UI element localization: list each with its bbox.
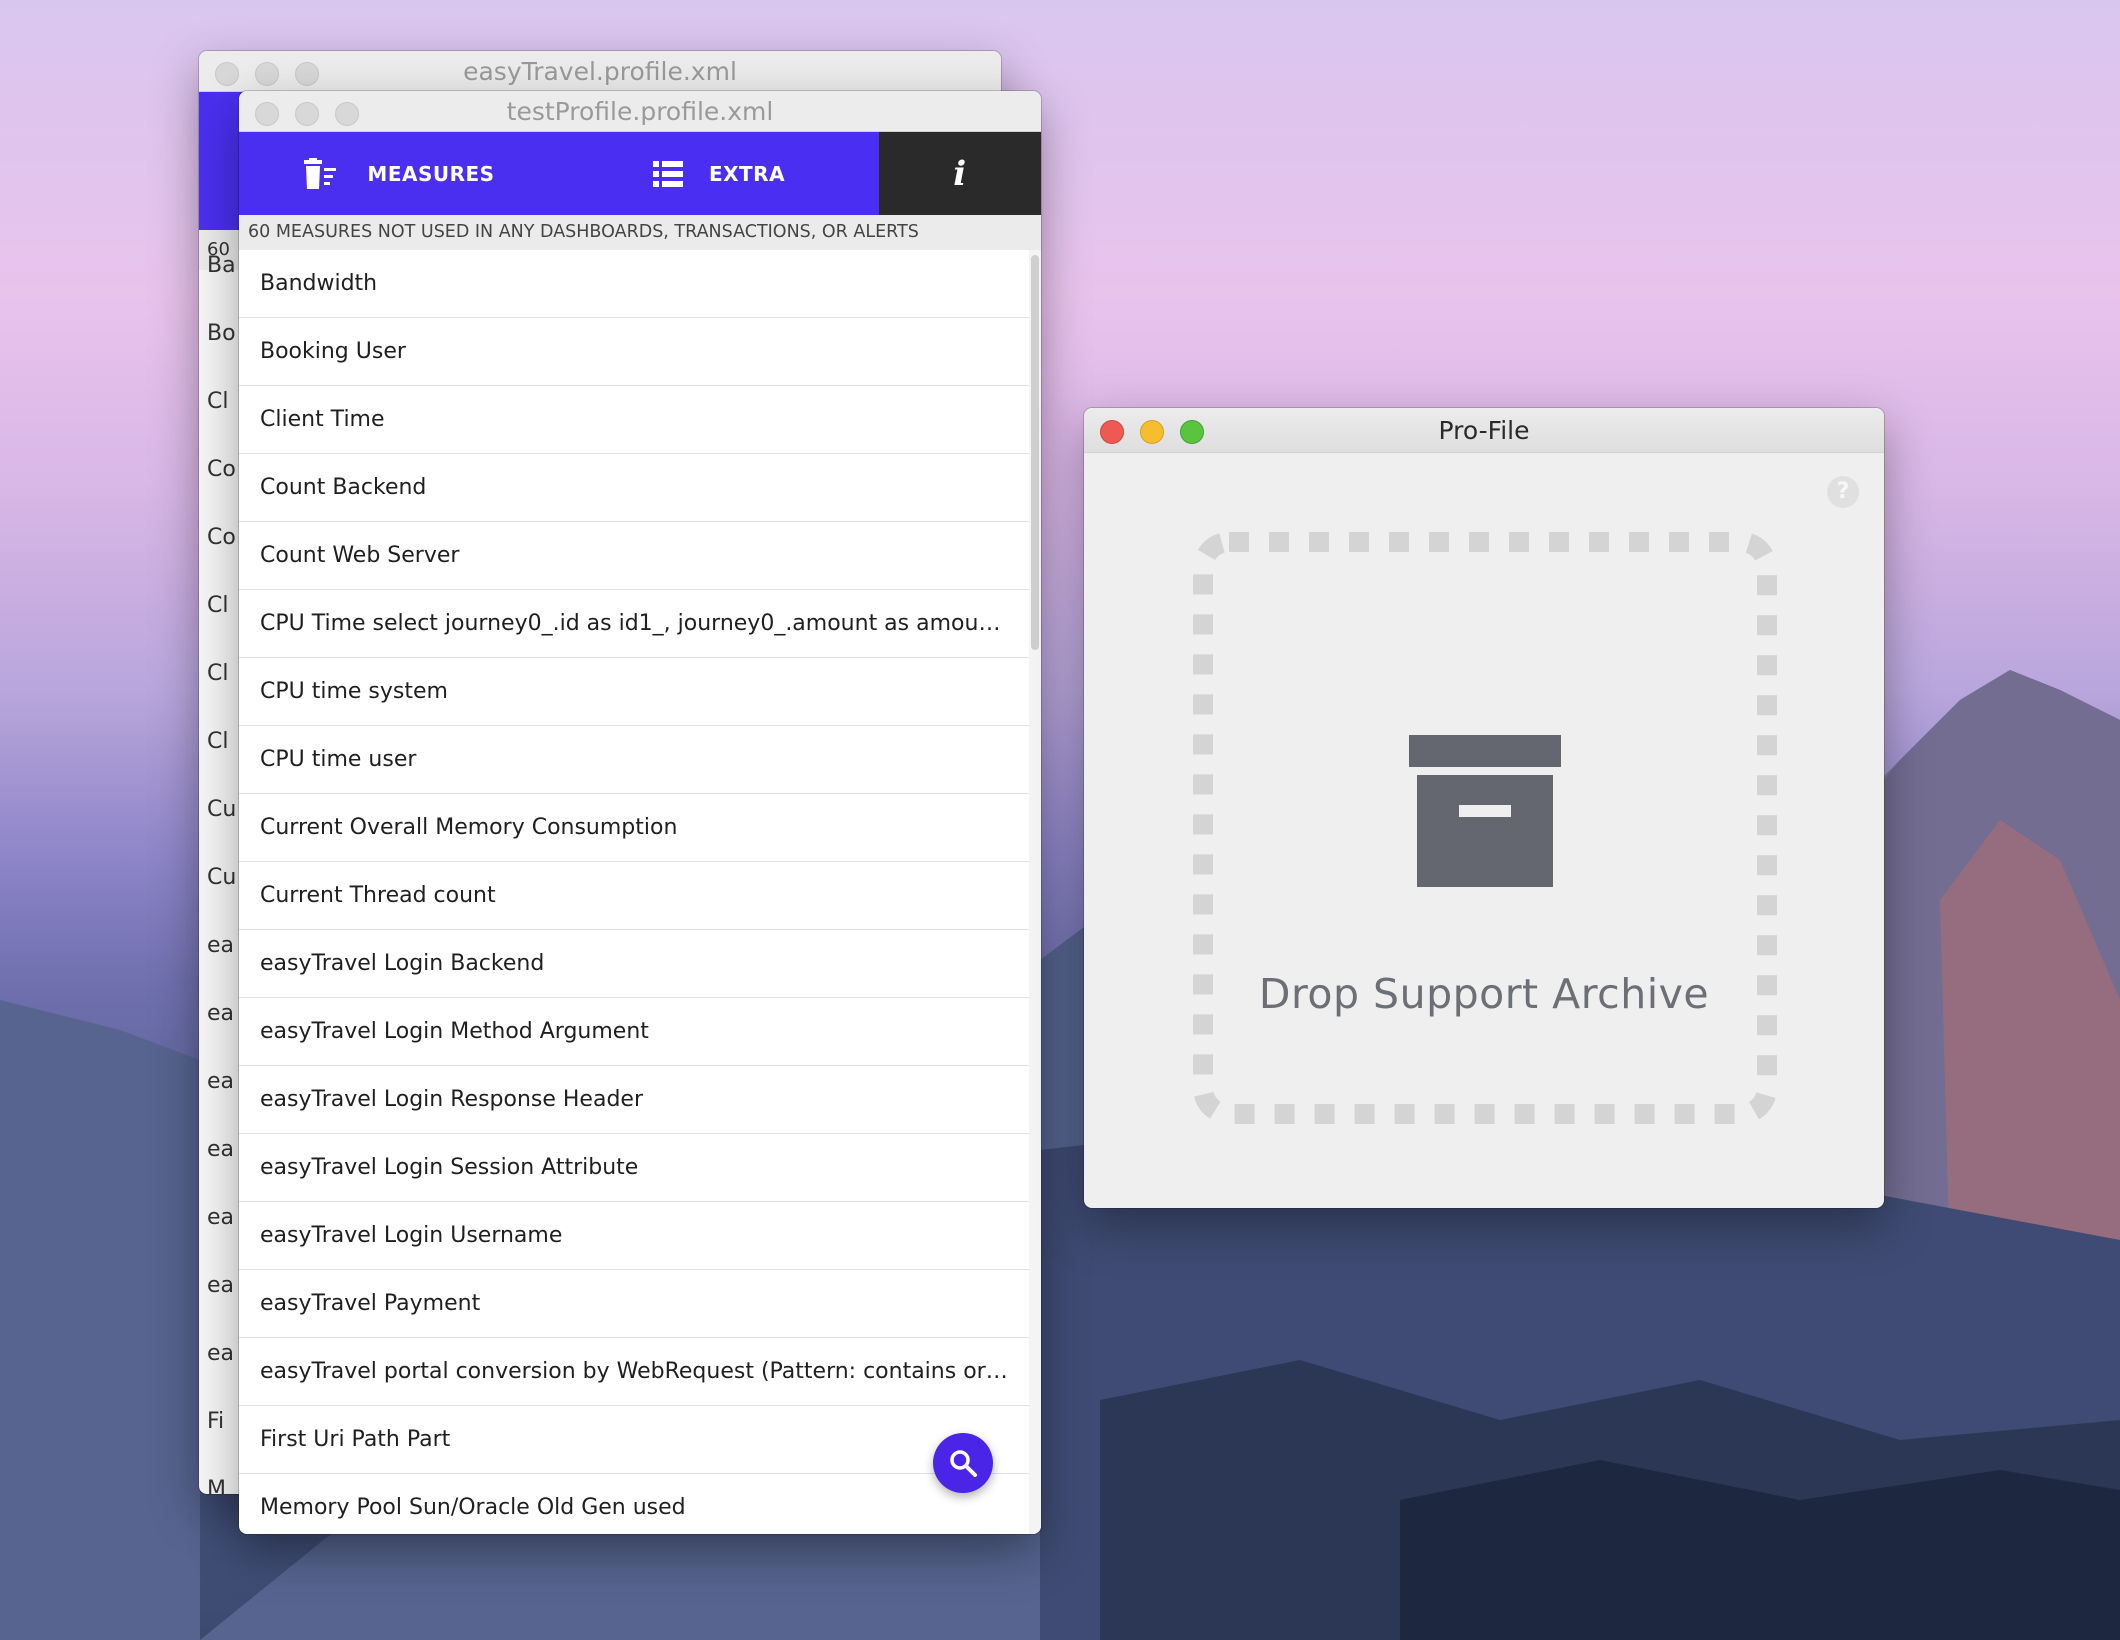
close-button[interactable]: [215, 62, 239, 86]
archive-box-icon: [1409, 735, 1561, 887]
measure-row[interactable]: easyTravel Login Session Attribute: [239, 1134, 1029, 1202]
scrollbar-thumb[interactable]: [1031, 255, 1039, 650]
measure-row[interactable]: First Uri Path Part: [239, 1406, 1029, 1474]
tab-measures-label: MEASURES: [367, 161, 495, 186]
minimize-button[interactable]: [1140, 420, 1164, 444]
measure-row[interactable]: easyTravel Login Username: [239, 1202, 1029, 1270]
scrollbar[interactable]: [1029, 250, 1041, 1534]
back-measure-row: Co: [207, 457, 236, 482]
back-measure-row: Ba: [207, 253, 236, 278]
pro-file-titlebar[interactable]: Pro-File: [1084, 408, 1884, 453]
close-button[interactable]: [255, 102, 279, 126]
back-measure-row: ea: [207, 1137, 235, 1162]
measure-row[interactable]: easyTravel Login Response Header: [239, 1066, 1029, 1134]
back-measure-row: Cu: [207, 797, 237, 822]
tab-info[interactable]: i: [879, 132, 1041, 215]
back-measure-row: M: [207, 1477, 226, 1494]
measure-row[interactable]: easyTravel portal conversion by WebReque…: [239, 1338, 1029, 1406]
test-profile-window: testProfile.profile.xml MEASURES EXTRA i: [239, 91, 1041, 1534]
back-measure-row: Co: [207, 525, 236, 550]
measure-row[interactable]: CPU time user: [239, 726, 1029, 794]
tab-measures[interactable]: MEASURES: [239, 132, 559, 215]
tab-bar: MEASURES EXTRA i: [239, 132, 1041, 215]
measures-icon: [304, 157, 337, 189]
back-measure-row: Cl: [207, 729, 229, 754]
back-measure-row: Cl: [207, 593, 229, 618]
back-measure-row: Fi: [207, 1409, 225, 1434]
measure-row[interactable]: easyTravel Login Backend: [239, 930, 1029, 998]
search-icon: [950, 1450, 977, 1477]
back-measure-row: ea: [207, 933, 235, 958]
drop-support-archive-label: Drop Support Archive: [1258, 970, 1710, 1018]
measure-row[interactable]: easyTravel Login Method Argument: [239, 998, 1029, 1066]
pro-file-window: Pro-File ? Drop Support Archive: [1084, 408, 1884, 1208]
window-title: easyTravel.profile.xml: [463, 56, 737, 86]
back-measure-row: Bo: [207, 321, 236, 346]
back-measure-row: Cl: [207, 661, 229, 686]
minimize-button[interactable]: [255, 62, 279, 86]
zoom-button[interactable]: [335, 102, 359, 126]
measure-row[interactable]: Count Backend: [239, 454, 1029, 522]
measure-row[interactable]: CPU time system: [239, 658, 1029, 726]
tab-extra[interactable]: EXTRA: [559, 132, 879, 215]
back-measure-row: ea: [207, 1273, 235, 1298]
measure-row[interactable]: Current Overall Memory Consumption: [239, 794, 1029, 862]
back-window-titlebar[interactable]: easyTravel.profile.xml: [199, 51, 1001, 92]
measure-row[interactable]: Bandwidth: [239, 250, 1029, 318]
back-measure-row: ea: [207, 1205, 235, 1230]
measure-row[interactable]: Count Web Server: [239, 522, 1029, 590]
close-button[interactable]: [1100, 420, 1124, 444]
measure-row[interactable]: Client Time: [239, 386, 1029, 454]
back-measure-row: Cu: [207, 865, 237, 890]
info-icon: i: [953, 153, 967, 194]
measure-row[interactable]: Memory Pool Sun/Oracle Old Gen used: [239, 1474, 1029, 1534]
measure-row[interactable]: Booking User: [239, 318, 1029, 386]
measure-row[interactable]: easyTravel Payment: [239, 1270, 1029, 1338]
back-measure-row: ea: [207, 1001, 235, 1026]
search-button[interactable]: [933, 1433, 993, 1493]
tab-extra-label: EXTRA: [708, 161, 786, 186]
zoom-button[interactable]: [295, 62, 319, 86]
back-measure-row: ea: [207, 1069, 235, 1094]
measure-list: Bandwidth Booking User Client Time Count Ba…: [239, 250, 1029, 1534]
measure-row[interactable]: CPU Time select journey0_.id as id1_, jo…: [239, 590, 1029, 658]
front-window-titlebar[interactable]: testProfile.profile.xml: [239, 91, 1041, 132]
minimize-button[interactable]: [295, 102, 319, 126]
zoom-button[interactable]: [1180, 420, 1204, 444]
back-measure-row: ea: [207, 1341, 235, 1366]
list-icon: [652, 160, 683, 187]
help-button[interactable]: ?: [1827, 476, 1859, 508]
window-title: Pro-File: [1438, 415, 1530, 445]
window-title: testProfile.profile.xml: [506, 96, 774, 126]
unused-measures-summary: 60 MEASURES NOT USED IN ANY DASHBOARDS, …: [239, 215, 1041, 250]
measure-row[interactable]: Current Thread count: [239, 862, 1029, 930]
back-measure-row: Cl: [207, 389, 229, 414]
